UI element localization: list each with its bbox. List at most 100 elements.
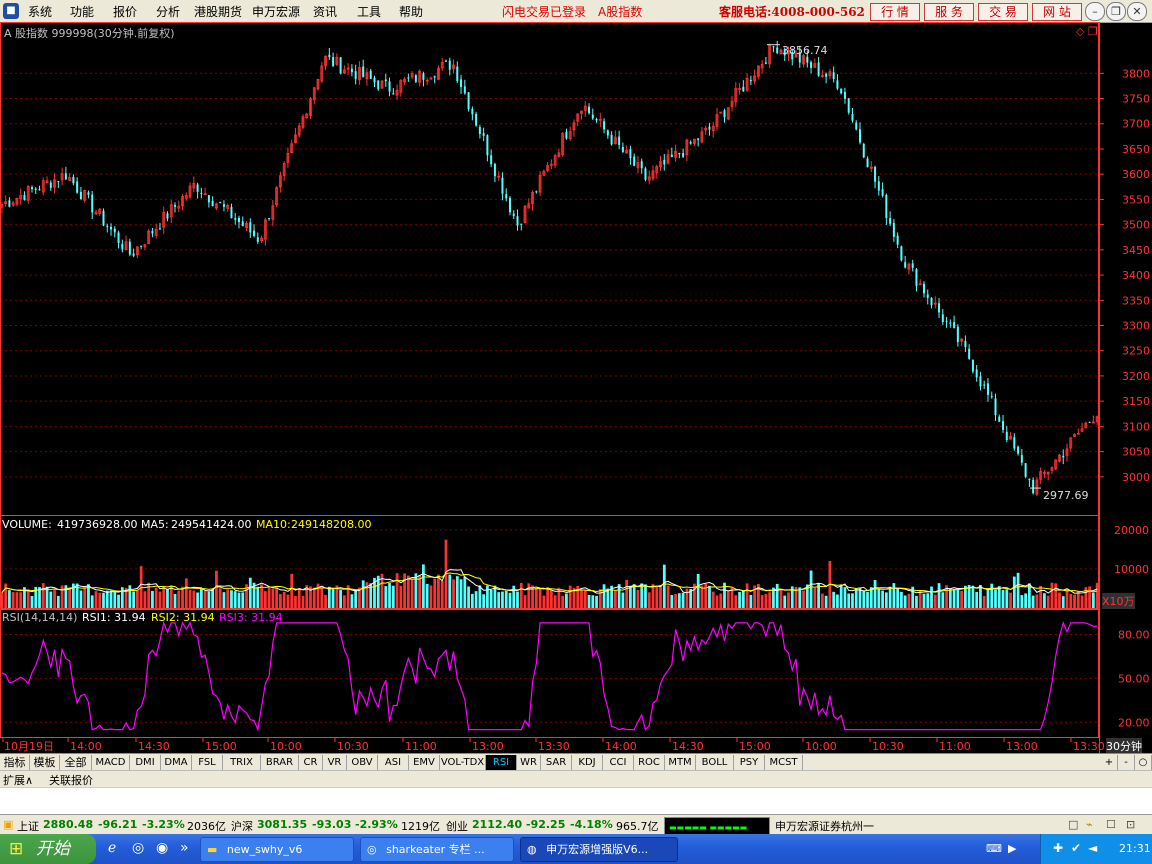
menu-news[interactable]: 资讯 [313, 3, 337, 20]
candle-body [678, 152, 681, 155]
menu-function[interactable]: 功能 [70, 3, 94, 20]
menu-system[interactable]: 系统 [28, 3, 52, 20]
candle-body [708, 126, 711, 130]
start-button[interactable]: ⊞ 开始 [0, 834, 96, 864]
indicator-tab-全部[interactable]: 全部 [60, 755, 92, 770]
price-tick-label: 3750 [1122, 93, 1150, 106]
indicator-tab-kdj[interactable]: KDJ [572, 755, 603, 770]
chart-title: A 股指数 999998(30分钟.前复权) [4, 27, 175, 40]
menu-hk-futures[interactable]: 港股期货 [194, 3, 242, 20]
indicator-tab-mtm[interactable]: MTM [665, 755, 696, 770]
tray-arrow-icon[interactable]: ▶ [1008, 842, 1016, 855]
minimize-icon[interactable]: – [1085, 2, 1105, 21]
menu-quote[interactable]: 报价 [113, 3, 137, 20]
indicator-tab-指标[interactable]: 指标 [0, 755, 30, 770]
indicator-tab-psy[interactable]: PSY [734, 755, 765, 770]
lock-icon[interactable]: ⊡ [1126, 818, 1135, 831]
task-browser[interactable]: ◎ sharkeater 专栏 ... [360, 837, 514, 862]
indicator-tab-roc[interactable]: ROC [634, 755, 665, 770]
hs-label[interactable]: 沪深 [231, 818, 253, 834]
rsi2-value: RSI2: 31.94 [151, 611, 215, 624]
show-more-icon[interactable]: » [180, 840, 189, 856]
tray-volume-icon[interactable]: ◄ [1088, 841, 1097, 855]
menu-analysis[interactable]: 分析 [156, 3, 180, 20]
tab-market[interactable]: 行 情 [870, 3, 920, 21]
candle-body [49, 182, 52, 188]
indicator-tab-asi[interactable]: ASI [378, 755, 409, 770]
expand-tab[interactable]: 扩展∧ [3, 772, 33, 788]
related-quote-tab[interactable]: 关联报价 [49, 772, 93, 788]
indicator-tab-wr[interactable]: WR [517, 755, 541, 770]
menu-tools[interactable]: 工具 [357, 3, 381, 20]
clock[interactable]: 21:31 [1119, 842, 1151, 855]
candle-body [847, 98, 850, 113]
chart-options-icon[interactable]: ◇ ❐ [1076, 25, 1098, 38]
indicator-tab-obv[interactable]: OBV [347, 755, 378, 770]
start-label: 开始 [36, 839, 70, 859]
zoom-in-button[interactable]: + [1101, 755, 1118, 770]
indicator-tab-vr[interactable]: VR [323, 755, 347, 770]
indicator-tab-dma[interactable]: DMA [161, 755, 192, 770]
status-box-icon[interactable]: □ [1068, 818, 1078, 831]
candle-body [922, 283, 925, 294]
indicator-tab-vol-tdx[interactable]: VOL-TDX [440, 755, 486, 770]
sh-label[interactable]: 上证 [17, 818, 39, 834]
zoom-out-button[interactable]: - [1118, 755, 1135, 770]
price-tick-label: 3000 [1122, 471, 1150, 484]
price-tick-label: 3350 [1122, 294, 1150, 307]
tray-flag-icon[interactable]: ✚ [1053, 841, 1063, 855]
candle-body [866, 158, 869, 168]
signal-icon[interactable]: ⌁ [1086, 818, 1093, 831]
close-icon[interactable]: ✕ [1127, 2, 1147, 21]
candle-body [817, 62, 820, 76]
input-method-icon[interactable]: ⌨ [986, 842, 1002, 855]
flash-trade-status[interactable]: 闪电交易已登录 [502, 3, 586, 20]
indicator-tab-cr[interactable]: CR [299, 755, 323, 770]
ie-icon[interactable]: ℯ [108, 840, 116, 856]
chart-area[interactable]: 3800 3750 3700 3650 3600 3550 3500 3450 3400 3350… [0, 22, 1152, 754]
candle-body [23, 195, 26, 201]
kline-chart[interactable]: 3800 3750 3700 3650 3600 3550 3500 3450 3400 3350… [0, 22, 1152, 753]
task-swhy[interactable]: ◍ 申万宏源增强版V6... [520, 837, 678, 862]
app-logo-icon[interactable]: ■ [3, 3, 19, 19]
candle-body [478, 126, 481, 134]
candle-body [603, 121, 606, 130]
tray-shield-icon[interactable]: ✔ [1071, 841, 1081, 855]
indicator-tab-dmi[interactable]: DMI [130, 755, 161, 770]
browser-icon[interactable]: ◎ [132, 840, 144, 856]
task-folder[interactable]: ▬ new_swhy_v6 [200, 837, 354, 862]
ma10-label: MA10: [256, 518, 291, 531]
menu-swhy[interactable]: 申万宏源 [252, 3, 300, 20]
indicator-tab-sar[interactable]: SAR [541, 755, 572, 770]
menu-help[interactable]: 帮助 [399, 3, 423, 20]
indicator-tab-boll[interactable]: BOLL [696, 755, 734, 770]
indicator-tab-macd[interactable]: MACD [92, 755, 130, 770]
indicator-tab-emv[interactable]: EMV [409, 755, 440, 770]
indicator-tab-fsl[interactable]: FSL [192, 755, 223, 770]
cy-label[interactable]: 创业 [446, 818, 468, 834]
media-icon[interactable]: ◉ [156, 840, 168, 856]
task-folder-label: new_swhy_v6 [226, 843, 303, 856]
indicator-tab-brar[interactable]: BRAR [261, 755, 299, 770]
candle-body [904, 262, 907, 268]
indicator-tab-rsi[interactable]: RSI [486, 755, 517, 770]
tab-service[interactable]: 服 务 [924, 3, 974, 21]
candle-body [332, 57, 335, 66]
tab-website[interactable]: 网 站 [1032, 3, 1082, 21]
period-label[interactable]: 30分钟 [1106, 738, 1142, 754]
rsi-line [1, 620, 1098, 732]
candle-body [219, 201, 222, 204]
reset-view-button[interactable]: ○ [1135, 755, 1152, 770]
candle-body [471, 108, 474, 115]
indicator-tab-cci[interactable]: CCI [603, 755, 634, 770]
index-link[interactable]: A股指数 [598, 3, 642, 20]
settings-icon[interactable]: ☐ [1106, 818, 1116, 831]
restore-icon[interactable]: ❐ [1106, 2, 1126, 21]
candle-body [836, 80, 839, 89]
price-tick-label: 3500 [1122, 219, 1150, 232]
indicator-tab-mcst[interactable]: MCST [765, 755, 803, 770]
candle-body [34, 188, 37, 190]
indicator-tab-模板[interactable]: 模板 [30, 755, 60, 770]
indicator-tab-trix[interactable]: TRIX [223, 755, 261, 770]
tab-trade[interactable]: 交 易 [978, 3, 1028, 21]
